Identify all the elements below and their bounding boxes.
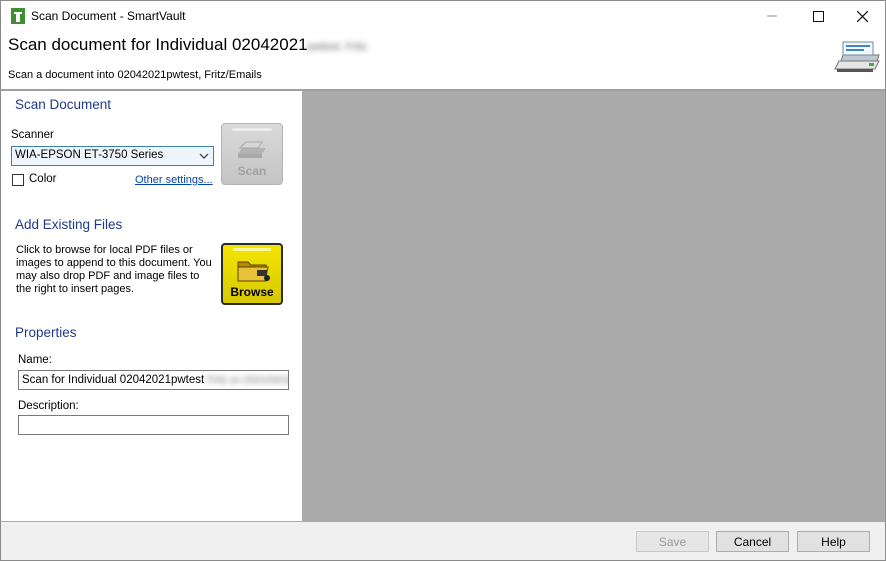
document-preview-area[interactable] [302,91,885,521]
title-bar: Scan Document - SmartVault [1,1,885,31]
name-field-obscured: Fritz on 2021/04/16 [207,375,289,386]
scanner-dropdown[interactable]: WIA-EPSON ET-3750 Series [11,146,214,166]
scan-button-label: Scan [237,164,267,178]
header-title-text: Scan document for Individual 02042021 [8,35,308,54]
smartvault-app-icon [11,8,25,24]
other-settings-link[interactable]: Other settings... [135,174,213,186]
scan-document-window: Scan Document - SmartVault Scan document… [0,0,886,561]
chevron-down-icon [199,153,209,159]
minimize-icon [767,15,777,17]
header-title: Scan document for Individual 02042021pwt… [8,35,367,55]
name-label: Name: [18,354,52,366]
color-checkbox[interactable] [12,174,24,186]
properties-section-title: Properties [15,325,77,340]
scanner-icon [834,41,880,72]
dialog-footer: Save Cancel Help [1,521,885,560]
close-icon [856,10,868,22]
maximize-icon [812,10,824,22]
description-label: Description: [18,400,79,412]
left-panel: Scan Document Scanner WIA-EPSON ET-3750 … [1,91,302,521]
scanner-glyph-icon [238,141,266,158]
add-files-description: Click to browse for local PDF files or i… [16,244,212,295]
scanner-selected-value: WIA-EPSON ET-3750 Series [15,149,164,161]
close-button[interactable] [839,1,885,31]
name-field-value: Scan for Individual 02042021pwtest [22,374,205,386]
scanner-label: Scanner [11,129,54,141]
header-title-obscured: pwtest, Fritz [307,41,367,53]
scan-button-highlight [232,128,272,131]
name-field[interactable]: Scan for Individual 02042021pwtest Fritz… [18,370,289,390]
scan-button[interactable]: Scan [221,123,283,185]
minimize-button[interactable] [749,1,795,31]
help-button[interactable]: Help [797,531,870,552]
add-files-section-title: Add Existing Files [15,217,123,232]
cancel-button[interactable]: Cancel [716,531,789,552]
maximize-button[interactable] [795,1,841,31]
browse-button[interactable]: Browse [221,243,283,305]
scan-section-title: Scan Document [15,97,112,112]
dialog-header: Scan document for Individual 02042021pwt… [1,31,885,91]
description-field[interactable] [18,415,289,435]
color-label: Color [29,173,57,185]
window-title: Scan Document - SmartVault [31,9,186,23]
header-subtitle: Scan a document into 02042021pwtest, Fri… [8,69,262,81]
save-button[interactable]: Save [636,531,709,552]
browse-button-highlight [233,248,271,251]
browse-button-label: Browse [230,285,274,299]
folder-icon [237,261,270,282]
